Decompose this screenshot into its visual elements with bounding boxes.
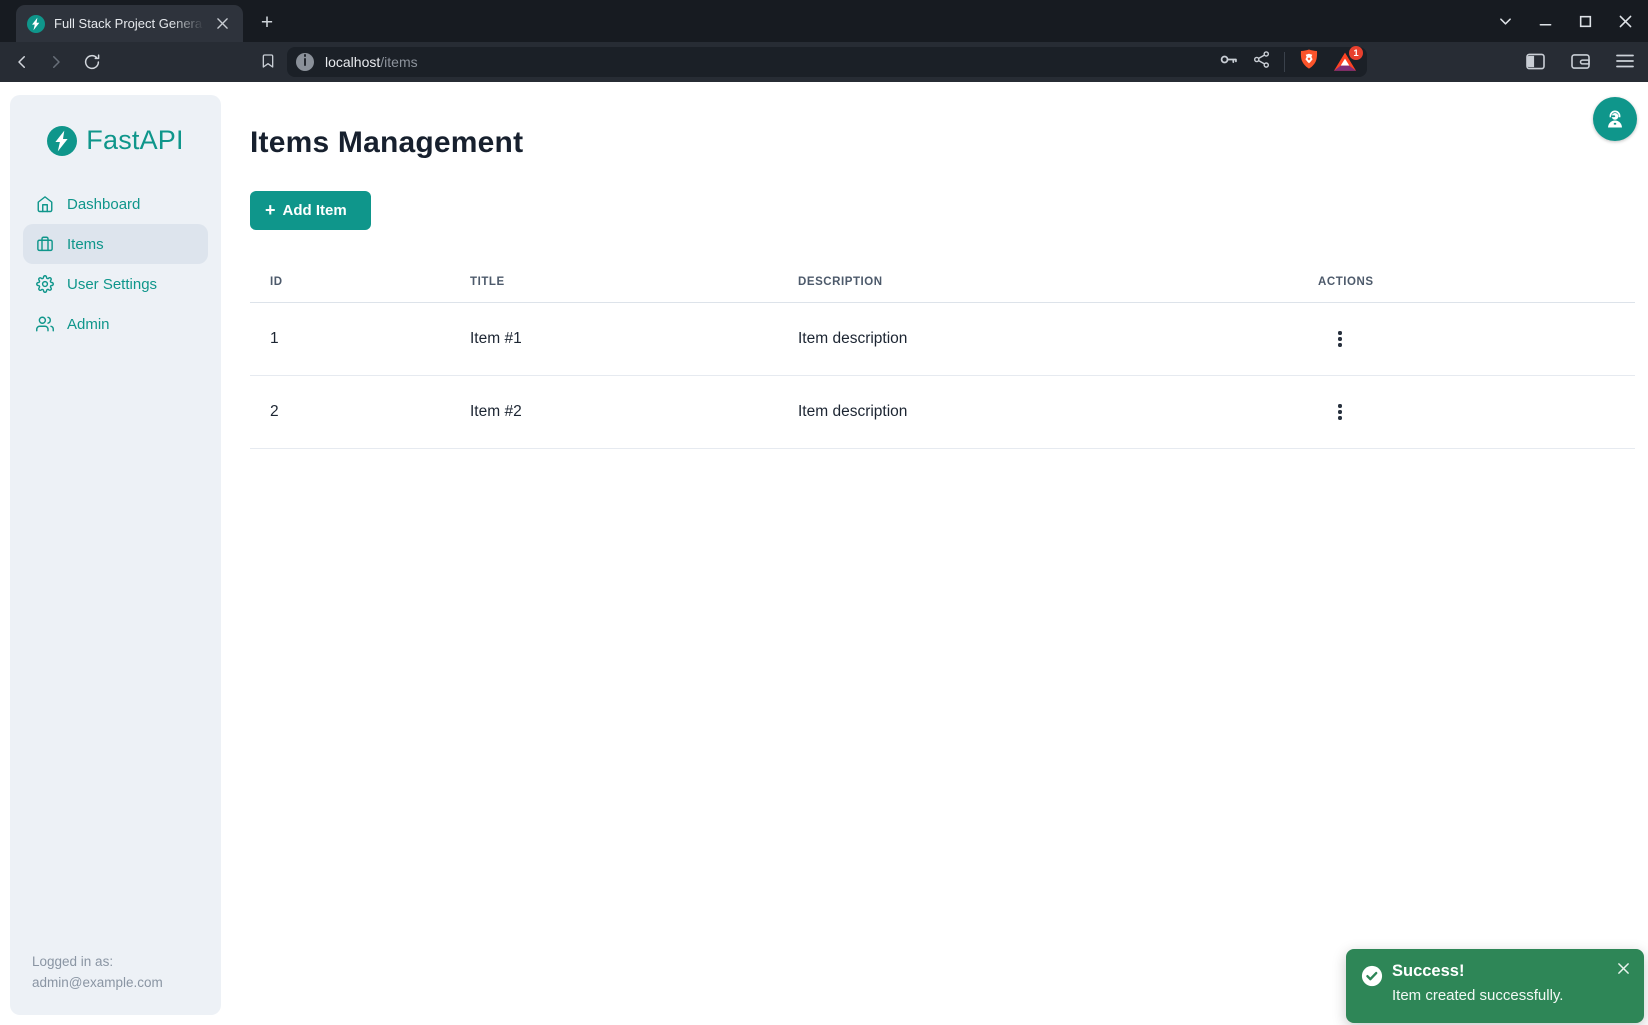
bookmark-icon[interactable] xyxy=(255,48,281,74)
site-info-icon[interactable] xyxy=(296,53,314,71)
sidebar-item-user-settings[interactable]: User Settings xyxy=(23,264,208,304)
cell-id: 2 xyxy=(250,403,450,421)
items-table: ID TITLE DESCRIPTION ACTIONS 1 Item #1 I… xyxy=(250,261,1635,449)
sidebar-item-label: User Settings xyxy=(67,276,157,293)
col-header-description: DESCRIPTION xyxy=(778,276,1298,288)
app-logo-text: FastAPI xyxy=(86,125,183,156)
tab-close-icon[interactable] xyxy=(213,15,231,33)
user-avatar-button[interactable] xyxy=(1593,97,1637,141)
browser-tab[interactable]: Full Stack Project Genera xyxy=(16,5,243,42)
toast-message: Item created successfully. xyxy=(1392,987,1563,1004)
brave-shield-icon[interactable] xyxy=(1298,48,1320,77)
toast-title: Success! xyxy=(1392,962,1464,981)
fastapi-favicon-icon xyxy=(27,15,45,33)
table-row: 1 Item #1 Item description xyxy=(250,303,1635,376)
tab-title: Full Stack Project Genera xyxy=(54,16,204,31)
cell-id: 1 xyxy=(250,330,450,348)
table-header-row: ID TITLE DESCRIPTION ACTIONS xyxy=(250,261,1635,303)
close-window-icon[interactable] xyxy=(1612,8,1638,34)
gear-icon xyxy=(36,275,54,293)
tab-strip: Full Stack Project Genera + xyxy=(0,0,1648,42)
support-agent-icon xyxy=(1602,106,1628,132)
url-text[interactable]: localhost/items xyxy=(325,54,418,70)
address-bar[interactable]: localhost/items 1 xyxy=(287,47,1367,77)
sidebar-item-label: Dashboard xyxy=(67,196,140,213)
logged-in-email: admin@example.com xyxy=(32,972,163,993)
fastapi-bolt-icon xyxy=(47,126,77,156)
row-actions-kebab-icon[interactable] xyxy=(1328,397,1352,427)
cell-description: Item description xyxy=(778,330,1298,348)
home-icon xyxy=(36,195,54,213)
check-circle-icon xyxy=(1361,965,1383,992)
menu-icon[interactable] xyxy=(1610,46,1640,76)
logged-in-info: Logged in as: admin@example.com xyxy=(32,951,163,993)
col-header-actions: ACTIONS xyxy=(1298,276,1635,288)
toast-close-icon[interactable] xyxy=(1612,957,1634,979)
app-logo: FastAPI xyxy=(10,125,221,156)
plus-icon: + xyxy=(265,201,276,219)
brave-rewards-icon[interactable]: 1 xyxy=(1333,50,1357,74)
briefcase-icon xyxy=(36,235,54,253)
share-icon[interactable] xyxy=(1252,50,1271,74)
sidebar-item-dashboard[interactable]: Dashboard xyxy=(23,184,208,224)
add-item-button[interactable]: + Add Item xyxy=(250,191,371,230)
rewards-badge: 1 xyxy=(1349,46,1363,60)
page-title: Items Management xyxy=(250,126,1635,160)
cell-title: Item #2 xyxy=(450,403,778,421)
table-row: 2 Item #2 Item description xyxy=(250,376,1635,449)
col-header-id: ID xyxy=(250,276,450,288)
url-host: localhost xyxy=(325,54,380,70)
sidebar-item-admin[interactable]: Admin xyxy=(23,304,208,344)
sidebar-item-label: Items xyxy=(67,236,104,253)
success-toast: Success! Item created successfully. xyxy=(1346,949,1644,1023)
sidebar-toggle-icon[interactable] xyxy=(1520,46,1550,76)
new-tab-button[interactable]: + xyxy=(253,9,281,37)
col-header-title: TITLE xyxy=(450,276,778,288)
main-content: Items Management + Add Item ID TITLE DES… xyxy=(250,82,1635,1025)
logged-in-label: Logged in as: xyxy=(32,951,163,972)
sidebar-nav: Dashboard Items User Settings Admin xyxy=(10,184,221,344)
app-page: FastAPI Dashboard Items User Settings Ad… xyxy=(0,82,1648,1025)
reload-icon[interactable] xyxy=(77,47,107,77)
forward-icon[interactable] xyxy=(41,47,71,77)
sidebar-item-label: Admin xyxy=(67,316,110,333)
minimize-icon[interactable] xyxy=(1532,8,1558,34)
sidebar-item-items[interactable]: Items xyxy=(23,224,208,264)
divider xyxy=(1284,52,1285,72)
users-icon xyxy=(36,315,54,333)
maximize-icon[interactable] xyxy=(1572,8,1598,34)
key-icon[interactable] xyxy=(1218,49,1239,75)
row-actions-kebab-icon[interactable] xyxy=(1328,324,1352,354)
tab-search-icon[interactable] xyxy=(1492,8,1518,34)
url-path: /items xyxy=(380,54,417,70)
back-icon[interactable] xyxy=(7,47,37,77)
cell-description: Item description xyxy=(778,403,1298,421)
cell-title: Item #1 xyxy=(450,330,778,348)
add-item-label: Add Item xyxy=(283,202,347,219)
wallet-icon[interactable] xyxy=(1565,46,1595,76)
sidebar: FastAPI Dashboard Items User Settings Ad… xyxy=(10,95,221,1015)
